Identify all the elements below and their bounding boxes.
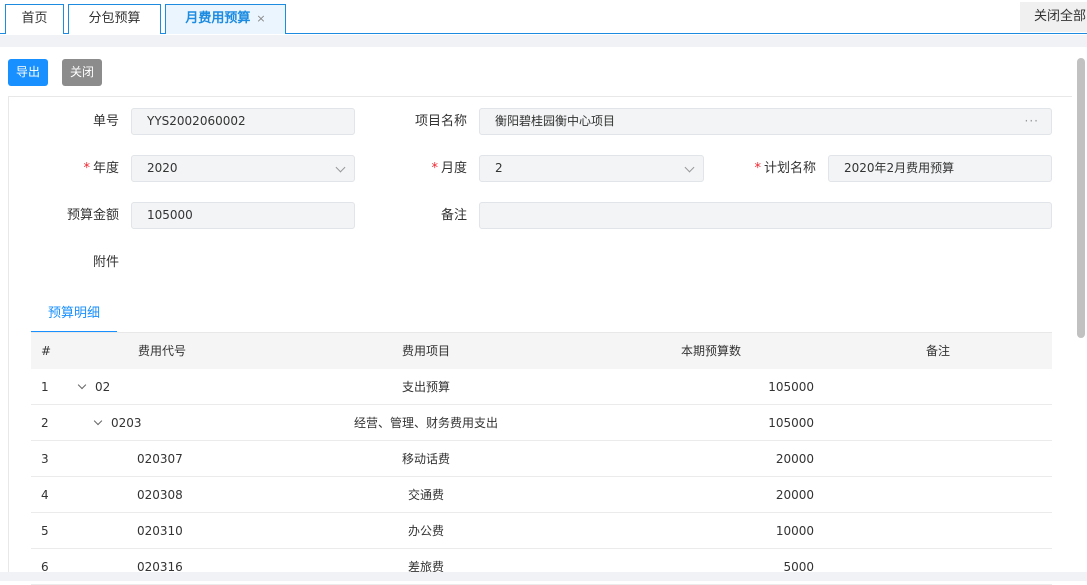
table-row[interactable]: 2 0203 经营、管理、财务费用支出 105000 [31,405,1052,441]
row-code-text: 020307 [137,452,183,466]
year-label: * 年度 [83,161,119,176]
order-no-field[interactable]: YYS2002060002 [131,108,355,135]
row-code-text: 020308 [137,488,183,502]
close-all-tabs-button[interactable]: 关闭全部 [1020,2,1087,32]
row-item: 移动话费 [401,452,450,466]
column-header-index: # [41,344,52,358]
tab-bar: 首页 分包预算 月费用预算 × 关闭全部 [0,0,1087,34]
chevron-down-icon[interactable] [93,416,103,426]
tab-close-icon[interactable]: × [256,12,265,25]
column-header-remark: 备注 [925,344,950,358]
more-icon[interactable]: ··· [1025,109,1039,134]
table-header: # 费用代号 费用项目 本期预算数 备注 [31,333,1052,369]
month-label: * 月度 [431,161,467,176]
bottom-divider [0,572,1087,581]
table-row[interactable]: 1 02 支出预算 105000 [31,369,1052,405]
row-item: 办公费 [407,524,444,538]
row-item: 经营、管理、财务费用支出 [353,416,498,430]
divider [0,35,1087,47]
chevron-down-icon[interactable] [77,380,87,390]
row-amount: 105000 [768,416,814,430]
budget-amount-label: 预算金额 [66,208,119,223]
row-amount: 105000 [768,380,814,394]
export-button[interactable]: 导出 [8,59,48,86]
row-index: 4 [41,488,49,502]
row-code: 0203 [93,405,142,441]
required-mark: * [83,161,90,176]
project-name-value: 衡阳碧桂园衡中心项目 [495,114,616,128]
tab-label: 首页 [21,11,48,26]
required-mark: * [754,161,761,176]
remark-label: 备注 [440,208,467,223]
row-index: 3 [41,452,49,466]
table-body: 1 02 支出预算 105000 2 0203 经营、管理、财务费用支出 105000 3 020… [31,369,1052,585]
attachment-label: 附件 [92,255,119,270]
row-index: 1 [41,380,49,394]
budget-amount-field[interactable]: 105000 [131,202,355,229]
remark-field[interactable] [479,202,1052,229]
tab-label: 月费用预算 [185,11,251,26]
row-code-text: 0203 [111,416,142,430]
column-header-code: 费用代号 [138,344,187,358]
year-select[interactable]: 2020 [131,155,355,182]
row-code: 020308 [137,477,183,513]
month-value: 2 [495,161,503,175]
close-button[interactable]: 关闭 [62,59,102,86]
tab-home[interactable]: 首页 [5,4,64,34]
row-item: 支出预算 [401,380,450,394]
row-index: 5 [41,524,49,538]
row-amount: 10000 [775,524,814,538]
project-name-label: 项目名称 [414,114,467,129]
row-code: 020310 [137,513,183,549]
table-row[interactable]: 5 020310 办公费 10000 [31,513,1052,549]
chevron-down-icon [335,162,346,173]
plan-name-field[interactable]: 2020年2月费用预算 [828,155,1052,182]
row-amount: 20000 [775,488,814,502]
table-row[interactable]: 4 020308 交通费 20000 [31,477,1052,513]
row-code: 020307 [137,441,183,477]
column-header-amount: 本期预算数 [680,344,741,358]
row-code: 02 [77,369,111,405]
year-value: 2020 [147,161,178,175]
column-header-item: 费用项目 [401,344,450,358]
row-amount: 20000 [775,452,814,466]
tab-subcontract-budget[interactable]: 分包预算 [68,4,161,34]
plan-name-label: * 计划名称 [754,161,816,176]
project-name-field[interactable]: 衡阳碧桂园衡中心项目 ··· [479,108,1052,135]
row-code-text: 020310 [137,524,183,538]
month-select[interactable]: 2 [479,155,704,182]
tab-monthly-expense-budget[interactable]: 月费用预算 × [165,4,286,34]
table-row[interactable]: 3 020307 移动话费 20000 [31,441,1052,477]
tab-label: 分包预算 [88,11,141,26]
required-mark: * [431,161,438,176]
row-item: 交通费 [407,488,444,502]
chevron-down-icon [684,162,695,173]
row-code-text: 02 [95,380,111,394]
vertical-scrollbar[interactable] [1077,58,1085,338]
order-no-label: 单号 [92,114,119,129]
row-index: 2 [41,416,49,430]
tab-budget-detail[interactable]: 预算明细 [31,303,117,333]
budget-detail-table: # 费用代号 费用项目 本期预算数 备注 1 02 支出预算 105000 2 0203 经… [31,333,1052,585]
